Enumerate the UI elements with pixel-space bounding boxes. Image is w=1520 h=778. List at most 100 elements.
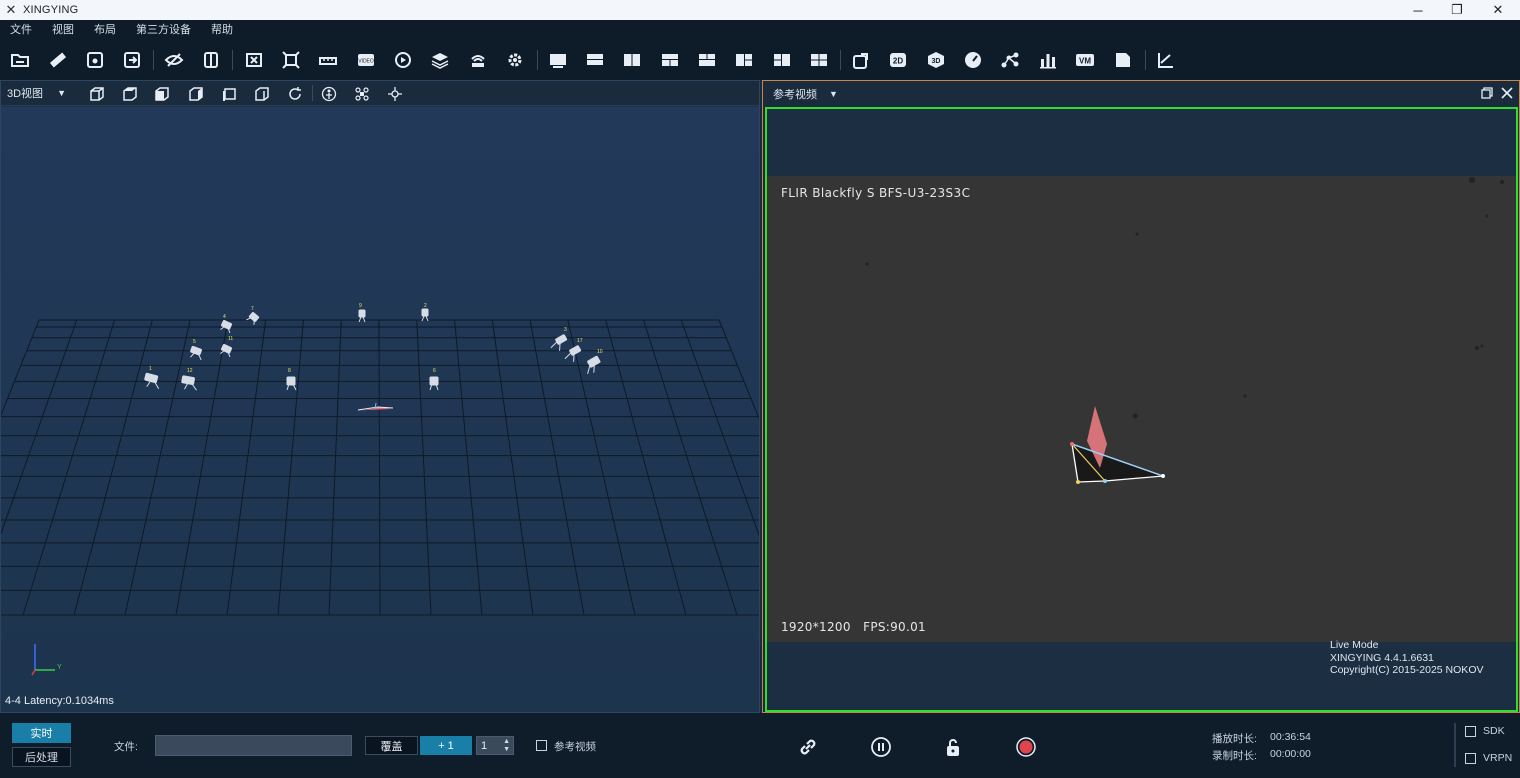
save-icon[interactable] bbox=[83, 48, 107, 72]
close-box-icon[interactable] bbox=[242, 48, 266, 72]
camera-label: 2 bbox=[424, 303, 427, 309]
maximize-button[interactable]: ❐ bbox=[1437, 0, 1477, 20]
replay-icon[interactable] bbox=[391, 48, 415, 72]
pause-icon[interactable] bbox=[869, 735, 893, 759]
2d-view-icon[interactable]: 2D bbox=[886, 48, 910, 72]
camera-label: 12 bbox=[187, 368, 193, 374]
camera-label: 7 bbox=[251, 306, 254, 312]
layout-top-icon[interactable] bbox=[695, 48, 719, 72]
camera-label: 5 bbox=[193, 339, 196, 345]
axis-y-label: Y bbox=[57, 664, 62, 671]
restore-window-icon[interactable] bbox=[1481, 86, 1493, 99]
realtime-mode-button[interactable]: 实时 bbox=[12, 723, 71, 743]
cube-left-icon[interactable] bbox=[219, 84, 239, 104]
layout-left-icon[interactable] bbox=[732, 48, 756, 72]
video-scene bbox=[767, 176, 1516, 642]
increment-button[interactable]: + 1 bbox=[420, 736, 472, 755]
camera-label: 10 bbox=[597, 349, 603, 355]
xingying-logo-icon: ✕ bbox=[5, 2, 17, 17]
unlock-icon[interactable] bbox=[941, 735, 965, 759]
chevron-down-icon: ▼ bbox=[829, 89, 838, 99]
refresh-icon[interactable] bbox=[285, 84, 305, 104]
title-bar: ✕ XINGYING ─ ❐ ✕ bbox=[0, 0, 1520, 20]
record-duration-label: 录制时长: bbox=[1212, 750, 1257, 762]
reference-video-checkbox[interactable] bbox=[536, 740, 547, 751]
axis-icon[interactable] bbox=[1153, 48, 1177, 72]
3d-view-icon[interactable]: 3D bbox=[924, 48, 948, 72]
vrpn-checkbox[interactable] bbox=[1465, 753, 1476, 764]
reference-video-title: 参考视频 bbox=[773, 89, 817, 101]
reference-video-header: 参考视频 ▼ bbox=[763, 81, 1519, 105]
overwrite-button[interactable]: 覆盖 bbox=[365, 736, 418, 755]
video-frame[interactable]: FLIR Blackfly S BFS-U3-23S3C 1920*1200 F… bbox=[765, 107, 1518, 712]
vrpn-label: VRPN bbox=[1483, 752, 1513, 764]
app-title: XINGYING bbox=[23, 4, 79, 16]
layers-icon[interactable] bbox=[428, 48, 452, 72]
network-icon[interactable] bbox=[466, 48, 490, 72]
play-duration-label: 播放时长: bbox=[1212, 733, 1257, 745]
view-mode-select[interactable]: 3D视图 ▼ bbox=[7, 85, 66, 101]
file-name-input[interactable] bbox=[155, 735, 352, 756]
resolution-fps-label: 1920*1200 FPS:90.01 bbox=[781, 620, 926, 634]
version-label: XINGYING 4.4.1.6631 bbox=[1330, 651, 1434, 664]
sdk-label: SDK bbox=[1483, 725, 1505, 737]
flip-icon[interactable] bbox=[199, 48, 223, 72]
menu-help[interactable]: 帮助 bbox=[201, 20, 243, 40]
close-panel-icon[interactable] bbox=[1501, 86, 1513, 99]
cube-right-icon[interactable] bbox=[252, 84, 272, 104]
file-label: 文件: bbox=[114, 741, 138, 753]
video-icon[interactable]: VIDEO bbox=[354, 48, 378, 72]
layout-two-col-icon[interactable] bbox=[620, 48, 644, 72]
bottom-control-bar: 实时 后处理 文件: 覆盖 + 1 1 ▲ ▼ 参考视频 播放时长: 00:36:… bbox=[0, 713, 1520, 778]
3d-scene[interactable]: 1 12 5 11 8 4 7 3 9 6 17 10 2 Y bbox=[1, 107, 759, 712]
open-folder-icon[interactable] bbox=[8, 48, 32, 72]
menu-third-party[interactable]: 第三方设备 bbox=[126, 20, 201, 40]
camera-label: 1 bbox=[149, 366, 152, 372]
divider bbox=[1454, 723, 1456, 767]
svg-text:VM: VM bbox=[1079, 57, 1091, 66]
main-toolbar: VIDEO 2D 3D VM bbox=[0, 40, 1520, 80]
close-button[interactable]: ✕ bbox=[1478, 0, 1518, 20]
cube-top-icon[interactable] bbox=[120, 84, 140, 104]
menu-file[interactable]: 文件 bbox=[0, 20, 42, 40]
settings-gear-icon[interactable] bbox=[503, 48, 527, 72]
drone-icon[interactable] bbox=[352, 84, 372, 104]
document-icon[interactable] bbox=[1111, 48, 1135, 72]
save-as-icon[interactable] bbox=[120, 48, 144, 72]
copyright-label: Copyright(C) 2015-2025 NOKOV bbox=[1330, 664, 1484, 676]
skeleton-icon[interactable] bbox=[998, 48, 1022, 72]
bar-chart-icon[interactable] bbox=[1036, 48, 1060, 72]
cube-side-icon[interactable] bbox=[152, 84, 172, 104]
camera-video-feed: FLIR Blackfly S BFS-U3-23S3C 1920*1200 F… bbox=[767, 176, 1516, 642]
fit-icon[interactable] bbox=[279, 48, 303, 72]
speed-gauge-icon[interactable] bbox=[961, 48, 985, 72]
sdk-checkbox[interactable] bbox=[1465, 726, 1476, 737]
layout-quad-icon[interactable] bbox=[807, 48, 831, 72]
cube-front-icon[interactable] bbox=[87, 84, 107, 104]
ruler-icon[interactable] bbox=[46, 48, 70, 72]
minimize-button[interactable]: ─ bbox=[1398, 0, 1438, 20]
spin-arrows-icon[interactable]: ▲ ▼ bbox=[503, 738, 510, 754]
rotate-camera-icon[interactable] bbox=[849, 48, 873, 72]
camera-label: 9 bbox=[359, 303, 362, 309]
layout-two-row-icon[interactable] bbox=[583, 48, 607, 72]
resolution-value: 1920*1200 bbox=[781, 620, 851, 634]
menu-layout[interactable]: 布局 bbox=[84, 20, 126, 40]
layout-grid-icon[interactable] bbox=[658, 48, 682, 72]
eye-hide-icon[interactable] bbox=[162, 48, 186, 72]
post-process-mode-button[interactable]: 后处理 bbox=[12, 747, 71, 767]
layout-right-icon[interactable] bbox=[770, 48, 794, 72]
vm-icon[interactable]: VM bbox=[1073, 48, 1097, 72]
person-icon[interactable] bbox=[319, 84, 339, 104]
layout-single-icon[interactable] bbox=[546, 48, 570, 72]
marker-icon[interactable] bbox=[385, 84, 405, 104]
link-icon[interactable] bbox=[796, 735, 820, 759]
camera-model-label: FLIR Blackfly S BFS-U3-23S3C bbox=[781, 186, 971, 200]
cube-back-icon[interactable] bbox=[186, 84, 206, 104]
menu-view[interactable]: 视图 bbox=[42, 20, 84, 40]
timeline-icon[interactable] bbox=[316, 48, 340, 72]
reference-video-panel: 参考视频 ▼ FLIR Blackfly S BFS-U3-23S3C 1920… bbox=[762, 80, 1520, 713]
record-icon[interactable] bbox=[1014, 735, 1038, 759]
reference-video-select[interactable]: 参考视频 ▼ bbox=[773, 86, 838, 102]
increment-spinbox[interactable]: 1 ▲ ▼ bbox=[476, 736, 514, 755]
